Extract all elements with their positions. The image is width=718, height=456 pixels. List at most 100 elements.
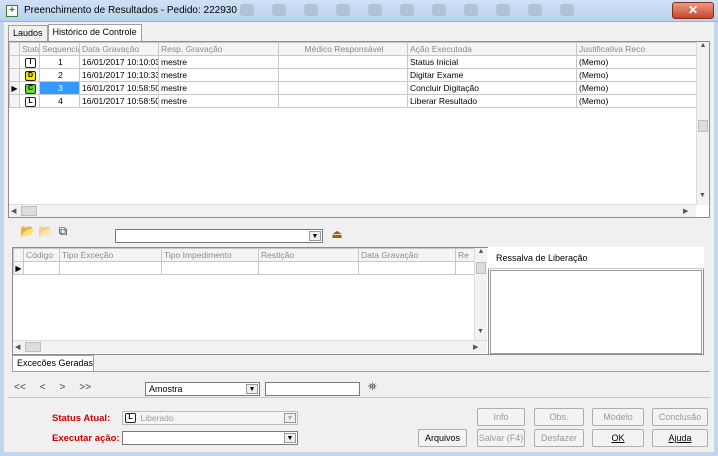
salvar-button[interactable]: Salvar (F4) bbox=[477, 429, 525, 447]
col-medico-responsavel[interactable]: Médico Responsável bbox=[278, 42, 408, 56]
scroll-thumb[interactable] bbox=[476, 262, 486, 274]
edit-exception-icon[interactable]: 📂 bbox=[38, 225, 53, 238]
col-data-gravacao[interactable]: Data Gravação bbox=[79, 42, 159, 56]
prev-record-button[interactable]: < bbox=[40, 382, 46, 393]
cell-seq[interactable]: 3 bbox=[39, 81, 80, 95]
cell-date: 16/01/2017 10:10:33 bbox=[79, 68, 159, 82]
cell-date: 16/01/2017 10:10:03 bbox=[79, 55, 159, 69]
cell-medico bbox=[278, 68, 408, 82]
scroll-left-icon[interactable]: ◀ bbox=[11, 207, 16, 215]
cell-resp: mestre bbox=[158, 68, 279, 82]
row-pointer-icon: ▶ bbox=[13, 261, 24, 275]
last-record-button[interactable]: >> bbox=[79, 382, 91, 393]
table-row[interactable]: L 4 16/01/2017 10:58:50 mestre Liberar R… bbox=[9, 94, 698, 108]
desfazer-button[interactable]: Desfazer bbox=[534, 429, 584, 447]
ajuda-button[interactable]: Ajuda bbox=[652, 429, 708, 447]
scroll-right-icon[interactable]: ▶ bbox=[683, 207, 688, 215]
ressalva-textarea[interactable] bbox=[490, 270, 702, 354]
exceptions-horizontal-scrollbar[interactable]: ◀ ▶ bbox=[13, 340, 487, 353]
cell-resp: mestre bbox=[158, 55, 279, 69]
eject-icon[interactable]: ⏏ bbox=[330, 228, 344, 241]
cell-date: 16/01/2017 10:58:50 bbox=[79, 81, 159, 95]
scroll-up-icon[interactable]: ▲ bbox=[697, 42, 709, 49]
history-horizontal-scrollbar[interactable]: ◀ ▶ bbox=[9, 204, 696, 217]
scroll-down-icon[interactable]: ▼ bbox=[699, 192, 706, 199]
history-grid: Status Sequencial Data Gravação Resp. Gr… bbox=[8, 41, 710, 218]
row-indicator bbox=[9, 94, 20, 108]
status-badge: I bbox=[25, 58, 36, 68]
cell-just: (Memo) bbox=[576, 55, 698, 69]
binoculars-icon[interactable]: ⛯ bbox=[368, 381, 377, 394]
arquivos-button[interactable]: Arquivos bbox=[418, 429, 467, 447]
separator bbox=[8, 397, 710, 398]
cell-seq: 2 bbox=[39, 68, 80, 82]
cell-acao: Liberar Resultado bbox=[407, 94, 577, 108]
status-badge: D bbox=[25, 71, 36, 81]
scroll-thumb[interactable] bbox=[21, 206, 37, 216]
scroll-up-icon[interactable]: ▲ bbox=[475, 248, 487, 255]
cell-acao: Digitar Exame bbox=[407, 68, 577, 82]
status-atual-label: Status Atual: bbox=[52, 413, 111, 424]
search-input[interactable] bbox=[265, 382, 360, 396]
history-table: Status Sequencial Data Gravação Resp. Gr… bbox=[9, 42, 698, 108]
close-button[interactable]: ✕ bbox=[672, 2, 714, 19]
ressalva-title: Ressalva de Liberação bbox=[488, 247, 704, 269]
search-field-dropdown[interactable]: Amostra ▼ bbox=[145, 382, 260, 396]
add-exception-icon[interactable]: 📂 bbox=[20, 225, 35, 238]
divider bbox=[94, 371, 710, 372]
col-re[interactable]: Re bbox=[455, 248, 476, 262]
exception-filter-dropdown[interactable]: ▼ bbox=[115, 229, 323, 243]
history-vertical-scrollbar[interactable]: ▲ ▼ bbox=[696, 42, 709, 205]
conclusao-button[interactable]: Conclusão bbox=[652, 408, 708, 426]
scroll-thumb[interactable] bbox=[25, 342, 41, 352]
cell-seq: 4 bbox=[39, 94, 80, 108]
app-icon: + bbox=[6, 5, 18, 17]
col-acao-executada[interactable]: Ação Executada bbox=[407, 42, 577, 56]
modelo-button[interactable]: Modelo bbox=[592, 408, 644, 426]
chevron-down-icon: ▼ bbox=[284, 433, 296, 443]
col-justificativa[interactable]: Justificativa Reco bbox=[576, 42, 698, 56]
next-record-button[interactable]: > bbox=[60, 382, 66, 393]
col-restricao[interactable]: Restição bbox=[258, 248, 359, 262]
row-indicator bbox=[9, 55, 20, 69]
table-row[interactable]: D 2 16/01/2017 10:10:33 mestre Digitar E… bbox=[9, 68, 698, 82]
scroll-right-icon[interactable]: ▶ bbox=[473, 343, 478, 351]
tab-excecoes-geradas[interactable]: Excecões Geradas bbox=[12, 355, 94, 372]
scroll-thumb[interactable] bbox=[698, 120, 708, 132]
cell-medico bbox=[278, 81, 408, 95]
obs-button[interactable]: Obs. bbox=[534, 408, 584, 426]
col-sequencial[interactable]: Sequencial bbox=[39, 42, 80, 56]
cell-acao: Concluir Digitação bbox=[407, 81, 577, 95]
col-resp-gravacao[interactable]: Resp. Gravação bbox=[158, 42, 279, 56]
scroll-left-icon[interactable]: ◀ bbox=[15, 343, 20, 351]
copy-exception-icon[interactable]: ⧉ bbox=[56, 225, 70, 238]
exceptions-vertical-scrollbar[interactable]: ▲ ▼ bbox=[474, 248, 487, 340]
cell-just: (Memo) bbox=[576, 81, 698, 95]
cell-seq: 1 bbox=[39, 55, 80, 69]
cell-resp: mestre bbox=[158, 81, 279, 95]
chevron-down-icon: ▼ bbox=[246, 384, 258, 394]
table-row[interactable]: ▶ bbox=[13, 261, 476, 275]
table-row[interactable]: I 1 16/01/2017 10:10:03 mestre Status In… bbox=[9, 55, 698, 69]
cell-just: (Memo) bbox=[576, 94, 698, 108]
tab-historico-controle[interactable]: Histórico de Controle bbox=[47, 24, 142, 41]
cell-medico bbox=[278, 94, 408, 108]
executar-acao-label: Executar ação: bbox=[52, 433, 120, 444]
blurred-toolbar bbox=[240, 4, 600, 18]
cell-date: 16/01/2017 10:58:50 bbox=[79, 94, 159, 108]
action-dropdown[interactable]: ▼ bbox=[122, 431, 298, 445]
col-data-gravacao[interactable]: Data Gravação bbox=[358, 248, 456, 262]
col-codigo[interactable]: Código bbox=[23, 248, 60, 262]
col-tipo-impedimento[interactable]: Tipo Impedimento bbox=[161, 248, 259, 262]
chevron-down-icon: ▼ bbox=[284, 413, 296, 423]
exceptions-toolbar: 📂 📂 ⧉ bbox=[20, 225, 70, 238]
col-tipo-excecao[interactable]: Tipo Exceção bbox=[59, 248, 162, 262]
col-status[interactable]: Status bbox=[19, 42, 40, 56]
ok-button[interactable]: OK bbox=[592, 429, 644, 447]
table-row-selected[interactable]: ▶ C 3 16/01/2017 10:58:50 mestre Conclui… bbox=[9, 81, 698, 95]
info-button[interactable]: Info bbox=[477, 408, 525, 426]
first-record-button[interactable]: << bbox=[14, 382, 26, 393]
tab-laudos[interactable]: Laudos bbox=[8, 25, 48, 41]
row-indicator bbox=[9, 68, 20, 82]
scroll-down-icon[interactable]: ▼ bbox=[477, 328, 484, 335]
